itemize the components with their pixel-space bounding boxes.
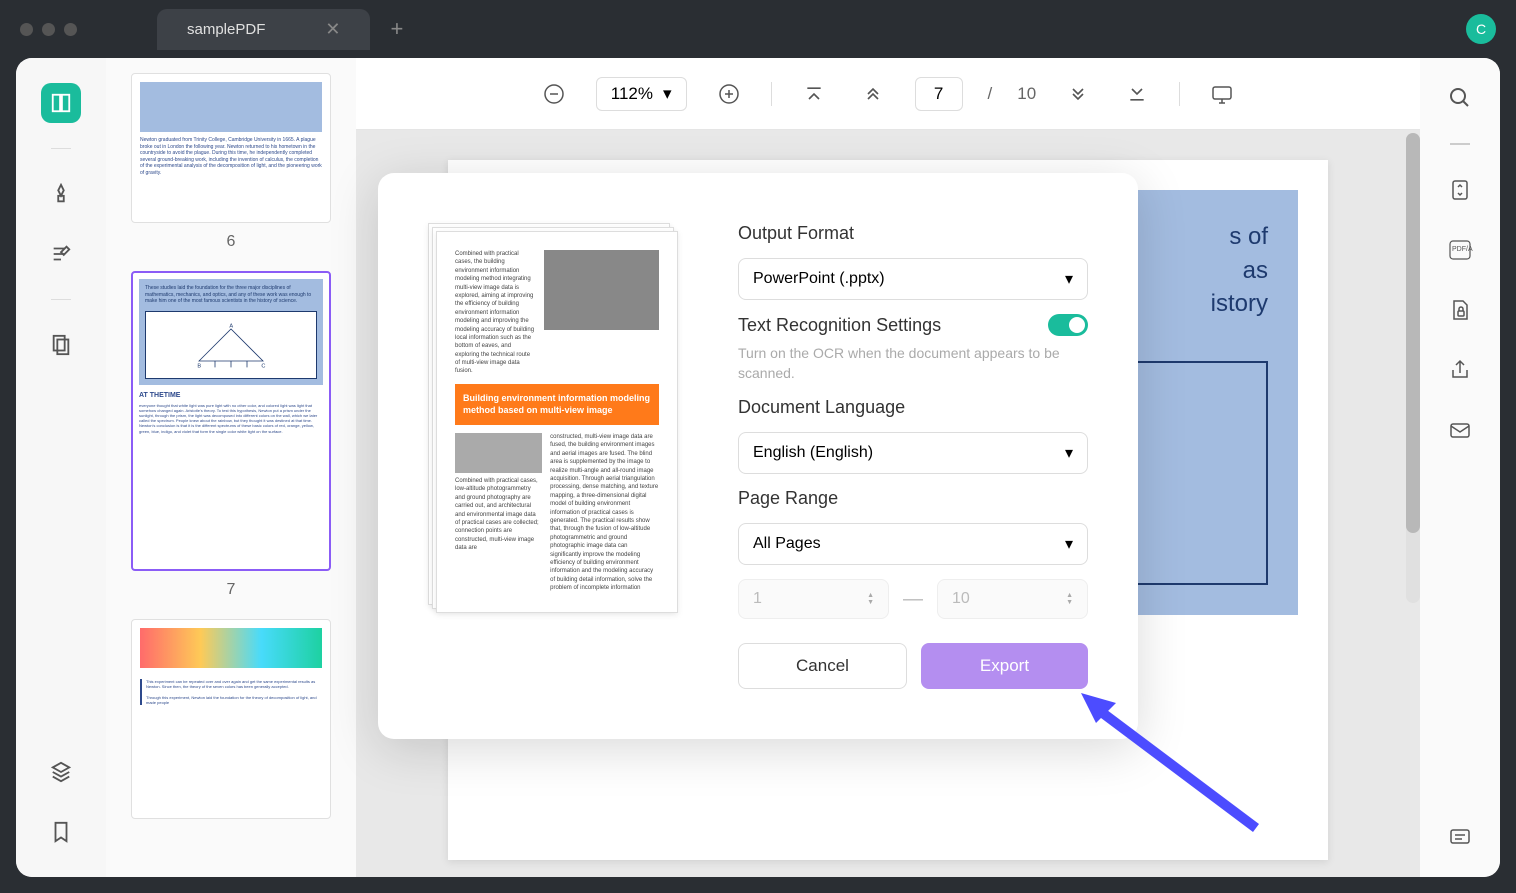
dropdown-caret-icon: ▾: [1065, 269, 1073, 289]
output-format-dropdown[interactable]: PowerPoint (.pptx) ▾: [738, 258, 1088, 300]
minimize-window-button[interactable]: [42, 23, 55, 36]
document-tab[interactable]: samplePDF ✕: [157, 9, 370, 50]
close-window-button[interactable]: [20, 23, 33, 36]
export-button[interactable]: Export: [921, 643, 1088, 689]
output-format-label: Output Format: [738, 223, 1088, 244]
title-bar: samplePDF ✕ + C: [0, 0, 1516, 58]
ocr-hint: Turn on the OCR when the document appear…: [738, 344, 1088, 383]
export-preview: Combined with practical cases, the build…: [428, 223, 678, 613]
ocr-toggle[interactable]: [1048, 314, 1088, 336]
range-separator: —: [903, 588, 923, 611]
export-dialog-overlay: Combined with practical cases, the build…: [16, 58, 1500, 877]
ocr-label: Text Recognition Settings: [738, 315, 941, 336]
cancel-button[interactable]: Cancel: [738, 643, 907, 689]
window-traffic-lights: [20, 23, 77, 36]
language-label: Document Language: [738, 397, 1088, 418]
range-from-input[interactable]: 1 ▲▼: [738, 579, 889, 619]
page-range-label: Page Range: [738, 488, 1088, 509]
spinner-icon[interactable]: ▲▼: [867, 592, 874, 606]
dropdown-caret-icon: ▾: [1065, 443, 1073, 463]
dropdown-caret-icon: ▾: [1065, 534, 1073, 554]
spinner-icon[interactable]: ▲▼: [1066, 592, 1073, 606]
language-dropdown[interactable]: English (English) ▾: [738, 432, 1088, 474]
close-tab-icon[interactable]: ✕: [325, 19, 340, 40]
add-tab-button[interactable]: +: [390, 16, 403, 42]
user-avatar[interactable]: C: [1466, 14, 1496, 44]
maximize-window-button[interactable]: [64, 23, 77, 36]
range-to-input[interactable]: 10 ▲▼: [937, 579, 1088, 619]
export-dialog: Combined with practical cases, the build…: [378, 173, 1138, 739]
tab-title: samplePDF: [187, 21, 265, 38]
page-range-dropdown[interactable]: All Pages ▾: [738, 523, 1088, 565]
